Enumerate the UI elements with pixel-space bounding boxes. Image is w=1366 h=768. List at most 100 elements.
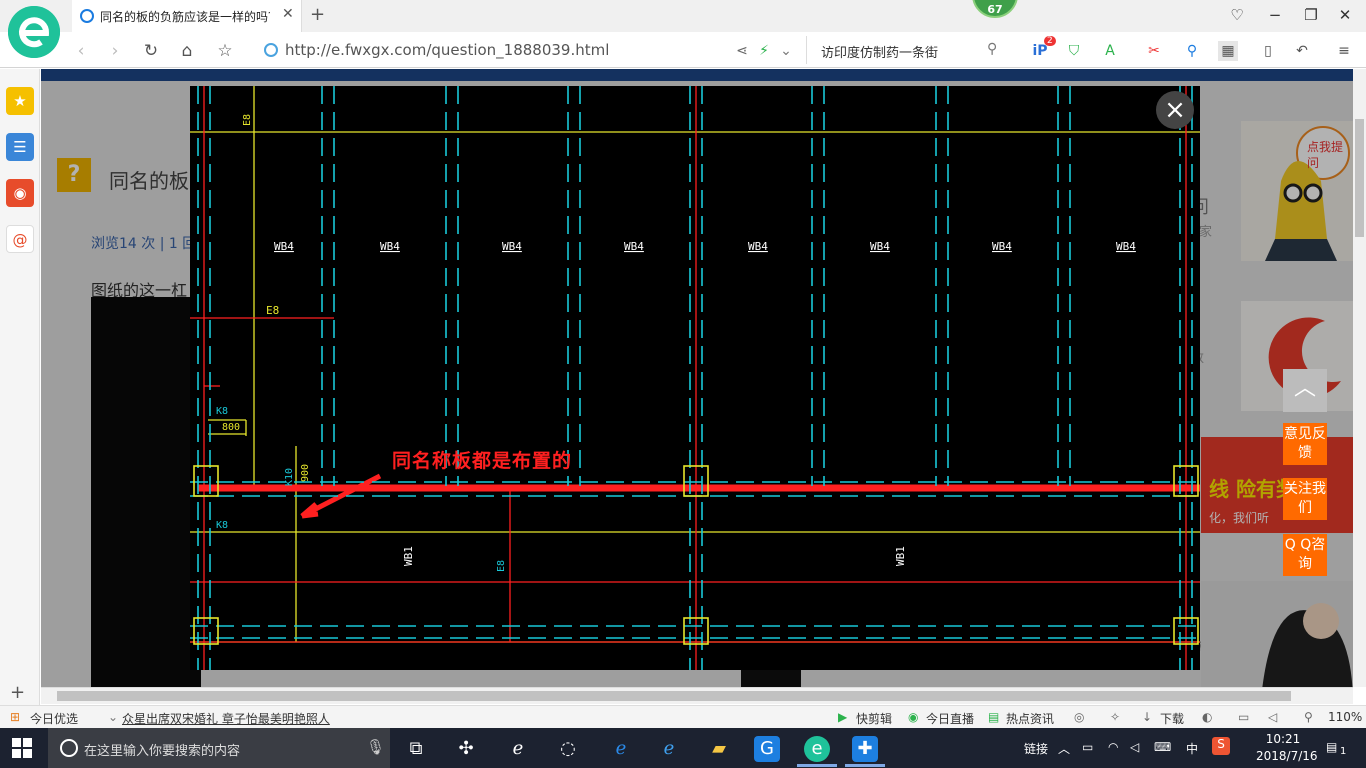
address-bar-row: ‹ › ↻ ⌂ ☆ http://e.fwxgx.com/question_18… <box>0 32 1366 68</box>
tablet-icon[interactable]: ▯ <box>1258 41 1278 61</box>
file-explorer-icon[interactable]: ▰ <box>706 736 732 762</box>
horizontal-scrollbar[interactable] <box>41 687 1353 704</box>
cad-drawing: WB4 WB4 WB4 WB4 WB4 WB4 WB4 WB4 WB1 WB1 E8 E8 K8… <box>190 86 1200 670</box>
gift-icon: ⊞ <box>10 710 21 724</box>
forward-icon[interactable]: › <box>104 40 126 62</box>
skin-icon[interactable]: ♡ <box>1226 6 1248 26</box>
remote-app-icon[interactable]: ✚ <box>852 736 878 762</box>
search-input[interactable]: 访印度仿制药一条街 <box>821 42 938 61</box>
window-icon[interactable]: ▭ <box>1238 710 1249 724</box>
download-icon: ↓ <box>1142 710 1153 724</box>
wifi-icon[interactable]: ◠ <box>1108 740 1118 754</box>
favorite-star-icon[interactable]: ☆ <box>214 40 236 62</box>
mail-icon[interactable]: @ <box>6 225 34 253</box>
magnifier-icon[interactable]: ⚲ <box>1182 41 1202 61</box>
news-link[interactable]: 众星出席双宋婚礼 章子怡最美明艳照人 <box>122 710 330 727</box>
browser-status-bar: ⊞ 今日优选 ⌄ 众星出席双宋婚礼 章子怡最美明艳照人 ▶ 快剪辑 ◉ 今日直播… <box>0 705 1366 728</box>
shield-icon[interactable]: ⛉ <box>1064 41 1084 61</box>
windows-taskbar: 在这里输入你要搜索的内容 🎙︎ ⧉ ✣ ℯ ◌ ℯ ℯ ▰ G e ✚ 链接 ︿… <box>0 728 1366 768</box>
task-view-icon[interactable]: ⧉ <box>403 736 429 762</box>
close-window-button[interactable]: ✕ <box>1334 6 1356 26</box>
vertical-scrollbar[interactable] <box>1353 69 1366 687</box>
back-icon[interactable]: ‹ <box>70 40 92 62</box>
taskbar-search-input[interactable]: 在这里输入你要搜索的内容 <box>84 740 240 759</box>
notification-icon[interactable]: ▤ <box>1326 740 1337 754</box>
image-viewer: WB4 WB4 WB4 WB4 WB4 WB4 WB4 WB4 WB1 WB1 E8 E8 K8… <box>190 86 1200 670</box>
battery-icon[interactable]: ▭ <box>1082 740 1093 754</box>
refresh-icon[interactable]: ↻ <box>140 40 162 62</box>
cleanup-icon[interactable]: ◐ <box>1202 710 1212 724</box>
home-icon[interactable]: ⌂ <box>176 40 198 62</box>
active-indicator <box>845 764 885 767</box>
tools-icon[interactable]: ✧ <box>1110 710 1120 724</box>
undo-icon[interactable]: ↶ <box>1292 41 1312 61</box>
speed-icon[interactable]: ⚡ <box>754 41 774 61</box>
sogou-icon[interactable]: S <box>1212 737 1230 755</box>
url-field[interactable]: http://e.fwxgx.com/question_1888039.html <box>285 41 609 59</box>
today-picks-link[interactable]: 今日优选 <box>30 710 78 727</box>
browser-taskbar-icon[interactable]: e <box>804 736 830 762</box>
feedback-button[interactable]: 意见反馈 <box>1283 423 1327 465</box>
scrollbar-thumb[interactable] <box>1355 119 1364 237</box>
quick-edit-link[interactable]: 快剪辑 <box>856 710 892 727</box>
chevron-up-icon[interactable]: ︿ <box>1058 740 1070 757</box>
speed-up-icon[interactable]: ◎ <box>1074 710 1084 724</box>
tab-close-icon[interactable]: ✕ <box>282 6 294 22</box>
search-icon[interactable]: ⚲ <box>987 41 997 57</box>
chevron-down-icon[interactable]: ⌄ <box>776 41 796 61</box>
links-label[interactable]: 链接 <box>1024 740 1048 757</box>
follow-label: 关注我们 <box>1284 481 1326 516</box>
slab-label: WB1 <box>894 546 907 566</box>
keyboard-icon[interactable]: ⌨ <box>1154 740 1171 754</box>
minimize-button[interactable]: − <box>1264 6 1286 26</box>
restore-button[interactable]: ❐ <box>1300 6 1322 26</box>
live-link[interactable]: 今日直播 <box>926 710 974 727</box>
slab-label: WB4 <box>870 240 890 253</box>
windows-start-icon[interactable] <box>12 738 32 758</box>
weibo-icon[interactable]: ◉ <box>6 179 34 207</box>
notification-count: 1 <box>1340 746 1347 757</box>
dimension-label: K8 <box>216 520 228 531</box>
microphone-icon[interactable]: 🎙︎ <box>366 738 385 756</box>
clock[interactable]: 10:21 2018/7/16 <box>1256 731 1318 765</box>
tab-active[interactable]: 同名的板的负筋应该是一样的吗？ ✕ <box>72 0 302 32</box>
share-icon[interactable]: ⋖ <box>732 41 752 61</box>
taskbar-search[interactable]: 在这里输入你要搜索的内容 🎙︎ <box>48 728 390 768</box>
spiral-app-icon[interactable]: ◌ <box>555 736 581 762</box>
g-app-icon[interactable]: G <box>754 736 780 762</box>
search-box[interactable]: 访印度仿制药一条街 ⚲ <box>806 36 1010 64</box>
edge-icon[interactable]: ℯ <box>608 736 634 762</box>
browser-logo-icon[interactable] <box>8 6 60 58</box>
zoom-level[interactable]: 110% <box>1328 710 1362 724</box>
dimension-label: E8 <box>496 560 507 572</box>
scrollbar-thumb[interactable] <box>57 691 1291 701</box>
zoom-icon: ⚲ <box>1304 710 1313 724</box>
slab-label: WB4 <box>992 240 1012 253</box>
list-icon[interactable]: ☰ <box>6 133 34 161</box>
scissors-icon[interactable]: ✂ <box>1144 41 1164 61</box>
site-info-icon[interactable] <box>264 43 278 57</box>
back-to-top-button[interactable]: ︿ <box>1283 369 1327 412</box>
browser-sidebar: ★ ☰ ◉ @ <box>0 69 40 707</box>
annotation-text: 同名称板都是布置的 <box>392 450 573 472</box>
star-icon[interactable]: ★ <box>6 87 34 115</box>
download-link[interactable]: 下载 <box>1160 710 1184 727</box>
menu-icon[interactable]: ≡ <box>1334 41 1354 61</box>
close-icon[interactable]: × <box>1156 91 1194 129</box>
translate-icon[interactable]: A <box>1100 41 1120 61</box>
apps-icon[interactable]: ▦ <box>1218 41 1238 61</box>
ie-icon[interactable]: ℯ <box>656 736 682 762</box>
ime-indicator[interactable]: 中 <box>1186 740 1198 757</box>
pinwheel-app-icon[interactable]: ✣ <box>453 736 479 762</box>
dimension-label: E8 <box>266 304 279 317</box>
cortana-icon <box>60 739 78 757</box>
new-tab-button[interactable]: + <box>310 4 325 25</box>
browser-e-icon[interactable]: ℯ <box>505 736 531 762</box>
mute-icon[interactable]: ◁ <box>1268 710 1277 724</box>
qq-button[interactable]: Q Q咨询 <box>1283 534 1327 576</box>
slab-label: WB4 <box>380 240 400 253</box>
hot-news-link[interactable]: 热点资讯 <box>1006 710 1054 727</box>
volume-icon[interactable]: ◁ <box>1130 740 1139 754</box>
follow-button[interactable]: 关注我们 <box>1283 478 1327 520</box>
sidebar-add-icon[interactable]: + <box>10 682 25 703</box>
